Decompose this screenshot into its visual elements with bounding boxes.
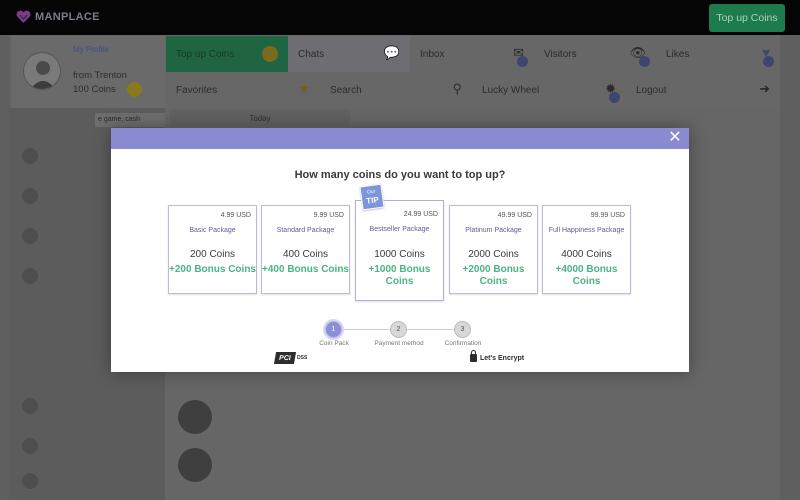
wheel-badge xyxy=(609,92,620,103)
package-full-happiness[interactable]: 99.99 USD Full Happiness Package 4000 Co… xyxy=(542,205,631,294)
pci-text: DSS xyxy=(297,355,308,361)
list-item[interactable] xyxy=(22,438,38,454)
package-coins: 2000 Coins xyxy=(468,249,519,260)
package-name: Bestseller Package xyxy=(369,226,430,233)
list-item[interactable] xyxy=(22,268,38,284)
nav-label: Inbox xyxy=(420,48,445,60)
package-name: Platinum Package xyxy=(465,227,522,234)
package-platinum[interactable]: 49.99 USD Platinum Package 2000 Coins +2… xyxy=(449,205,538,294)
step-label: Confirmation xyxy=(444,340,482,347)
package-coins: 4000 Coins xyxy=(561,249,612,260)
package-price: 49.99 USD xyxy=(497,212,532,219)
list-item[interactable] xyxy=(22,148,38,164)
close-icon[interactable]: ✕ xyxy=(667,130,683,146)
package-bonus: +2000 Bonus Coins xyxy=(462,264,525,287)
profile-city: from Trenton xyxy=(73,70,127,81)
nav-visitors[interactable]: Visitors 👁 xyxy=(534,36,656,72)
lets-encrypt-text: Let's Encrypt xyxy=(480,354,525,362)
pci-mark: PCI xyxy=(273,352,297,364)
lock-icon xyxy=(470,350,477,362)
package-bonus: +400 Bonus Coins xyxy=(262,264,349,275)
my-profile-link[interactable]: My Profile xyxy=(73,45,109,54)
list-item[interactable] xyxy=(22,398,38,414)
step-2: 2 xyxy=(390,321,407,338)
top-bar: MANPLACE Top up Coins xyxy=(0,0,800,35)
avatar[interactable] xyxy=(23,52,61,90)
nav-favorites[interactable]: Favorites ★ xyxy=(166,72,320,108)
package-price: 24.99 USD xyxy=(403,211,438,218)
package-coins: 1000 Coins xyxy=(374,249,425,260)
package-bestseller[interactable]: 24.99 USD Bestseller Package 1000 Coins … xyxy=(355,200,444,301)
modal-header: ✕ xyxy=(111,128,689,149)
nav-label: Logout xyxy=(636,84,667,96)
logout-icon: ➜ xyxy=(759,81,770,96)
visitors-badge xyxy=(639,56,650,67)
today-divider: Today xyxy=(170,110,350,126)
list-item[interactable] xyxy=(22,228,38,244)
nav-likes[interactable]: Likes ♥ xyxy=(656,36,780,72)
package-price: 99.99 USD xyxy=(590,212,625,219)
feed-avatar[interactable] xyxy=(178,400,212,434)
profile-coins: 100 Coins xyxy=(73,84,116,95)
package-price: 9.99 USD xyxy=(313,212,344,219)
logo[interactable]: MANPLACE xyxy=(16,10,100,24)
feed-avatar[interactable] xyxy=(178,448,212,482)
package-coins: 200 Coins xyxy=(189,249,236,260)
list-item[interactable] xyxy=(22,473,38,489)
star-icon: ★ xyxy=(298,81,310,96)
package-name: Basic Package xyxy=(189,227,236,234)
nav-label: Chats xyxy=(298,48,325,60)
inbox-badge xyxy=(517,56,528,67)
pci-dss-logo: PCI DSS xyxy=(273,352,308,364)
package-price: 4.99 USD xyxy=(220,212,251,219)
nav-label: Visitors xyxy=(544,48,577,60)
brand-name: MANPLACE xyxy=(35,11,100,23)
nav-label: Favorites xyxy=(176,84,218,96)
nav-label: Likes xyxy=(666,48,690,60)
package-bonus: +1000 Bonus Coins xyxy=(368,264,431,287)
nav-chats[interactable]: Chats 💬 xyxy=(288,36,410,72)
package-coins: 400 Coins xyxy=(282,249,329,260)
our-tip-badge: Our TIP xyxy=(359,183,385,211)
profile-card[interactable]: My Profile from Trenton 100 Coins xyxy=(12,36,165,108)
nav-inbox[interactable]: Inbox ✉ xyxy=(410,36,534,72)
package-bonus: +200 Bonus Coins xyxy=(169,264,256,275)
nav-label: Top up Coins xyxy=(176,48,235,60)
package-bonus: +4000 Bonus Coins xyxy=(555,264,618,287)
step-1: 1 xyxy=(325,321,342,338)
nav-search[interactable]: Search ⚲ xyxy=(320,72,472,108)
nav-logout[interactable]: Logout ➜ xyxy=(626,72,780,108)
top-up-modal: ✕ How many coins do you want to top up? … xyxy=(111,128,689,372)
coin-icon xyxy=(262,46,278,62)
top-up-coins-button[interactable]: Top up Coins xyxy=(709,4,785,32)
logo-heart-icon xyxy=(16,10,31,24)
tip-bottom-text: TIP xyxy=(365,195,380,206)
step-3: 3 xyxy=(454,321,471,338)
package-name: Full Happiness Package xyxy=(548,227,625,234)
nav-label: Search xyxy=(330,84,362,96)
nav-label: Lucky Wheel xyxy=(482,84,540,96)
nav-lucky-wheel[interactable]: Lucky Wheel ✹ xyxy=(472,72,626,108)
modal-question: How many coins do you want to top up? xyxy=(294,169,506,181)
nav-top-up-coins[interactable]: Top up Coins xyxy=(166,36,288,72)
package-basic[interactable]: 4.99 USD Basic Package 200 Coins +200 Bo… xyxy=(168,205,257,294)
package-name: Standard Package xyxy=(276,227,335,234)
notification-chip[interactable]: e game, cash xyxy=(95,113,165,127)
list-item[interactable] xyxy=(22,188,38,204)
package-standard[interactable]: 9.99 USD Standard Package 400 Coins +400… xyxy=(261,205,350,294)
chat-icon: 💬 xyxy=(383,45,400,60)
lets-encrypt-logo: Let's Encrypt xyxy=(470,350,525,362)
coin-icon xyxy=(127,82,142,97)
search-icon: ⚲ xyxy=(452,81,462,96)
likes-badge xyxy=(763,56,774,67)
